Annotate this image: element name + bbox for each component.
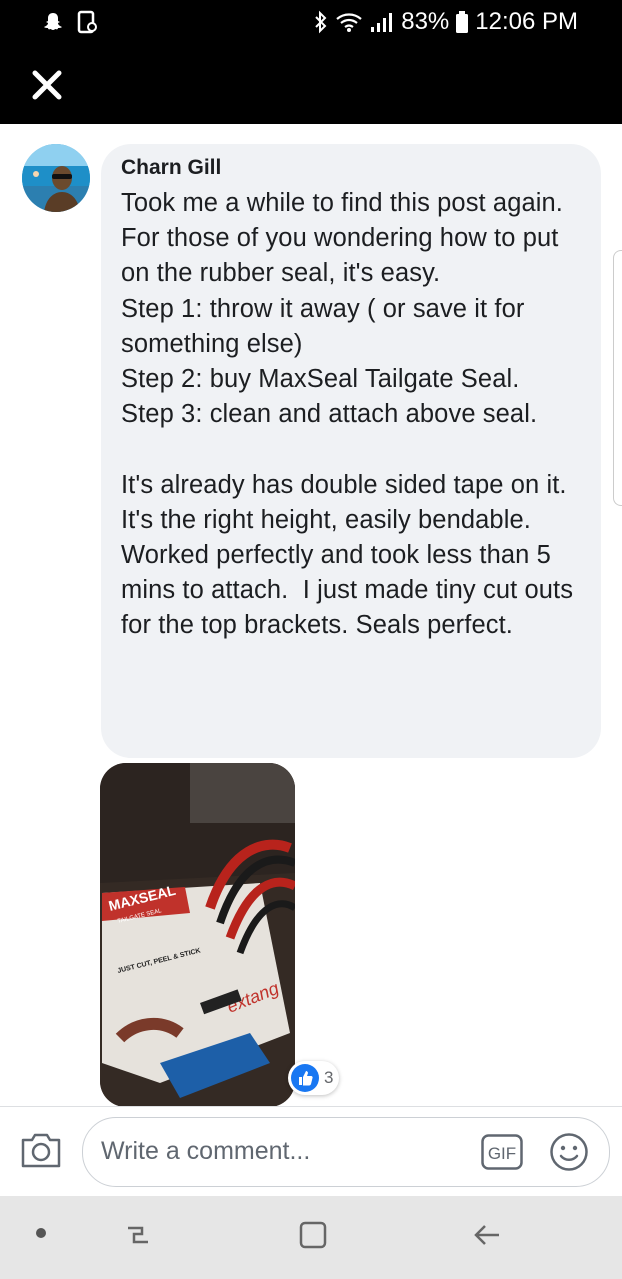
comment-input-placeholder: Write a comment... bbox=[101, 1137, 311, 1165]
status-bar: 83% 12:06 PM bbox=[0, 0, 622, 44]
comment-photo[interactable]: MAXSEAL TAILGATE SEAL JUST CUT, PEEL & S… bbox=[100, 763, 295, 1107]
system-nav-bar bbox=[0, 1196, 622, 1279]
nav-dot-indicator bbox=[36, 1228, 46, 1238]
close-button[interactable] bbox=[30, 68, 64, 102]
attached-image: MAXSEAL TAILGATE SEAL JUST CUT, PEEL & S… bbox=[100, 763, 295, 1107]
like-icon bbox=[291, 1064, 319, 1092]
wifi-icon bbox=[336, 13, 362, 32]
reaction-count: 3 bbox=[324, 1068, 334, 1087]
home-button[interactable] bbox=[298, 1220, 328, 1255]
comment-author[interactable]: Charn Gill bbox=[121, 156, 221, 180]
home-icon bbox=[299, 1221, 327, 1249]
gif-label: GIF bbox=[488, 1144, 516, 1163]
comment-text: Took me a while to find this post again.… bbox=[121, 189, 574, 640]
avatar[interactable] bbox=[22, 144, 90, 212]
comment-composer: Write a comment... GIF bbox=[0, 1106, 622, 1197]
snapchat-icon bbox=[44, 13, 62, 30]
status-left bbox=[42, 10, 98, 34]
gif-button[interactable]: GIF bbox=[481, 1134, 523, 1175]
comment-thread: Charn Gill Took me a while to find this … bbox=[0, 124, 622, 1206]
reaction-badge[interactable]: 3 bbox=[288, 1061, 340, 1095]
comment-bubble: Charn Gill Took me a while to find this … bbox=[101, 144, 601, 758]
battery-percent: 83% bbox=[401, 8, 450, 35]
smiley-icon bbox=[550, 1133, 588, 1171]
recent-apps-icon bbox=[128, 1226, 148, 1244]
emoji-button[interactable] bbox=[549, 1132, 589, 1177]
comment-input[interactable]: Write a comment... GIF bbox=[82, 1117, 610, 1187]
header-bar bbox=[0, 44, 622, 124]
signal-icon bbox=[371, 13, 393, 32]
scrollbar-track bbox=[613, 250, 622, 506]
status-right: 83% 12:06 PM bbox=[313, 8, 578, 36]
clock: 12:06 PM bbox=[475, 8, 578, 35]
gif-icon: GIF bbox=[481, 1134, 523, 1170]
back-button[interactable] bbox=[472, 1220, 502, 1255]
battery-icon bbox=[456, 11, 469, 33]
bluetooth-icon bbox=[315, 10, 327, 34]
recent-apps-button[interactable] bbox=[124, 1220, 154, 1255]
close-icon bbox=[32, 70, 62, 100]
camera-icon bbox=[21, 1133, 61, 1168]
camera-button[interactable] bbox=[20, 1131, 62, 1174]
avatar-photo bbox=[22, 144, 90, 212]
screenshot-icon bbox=[77, 10, 97, 34]
back-arrow-icon bbox=[474, 1225, 499, 1245]
